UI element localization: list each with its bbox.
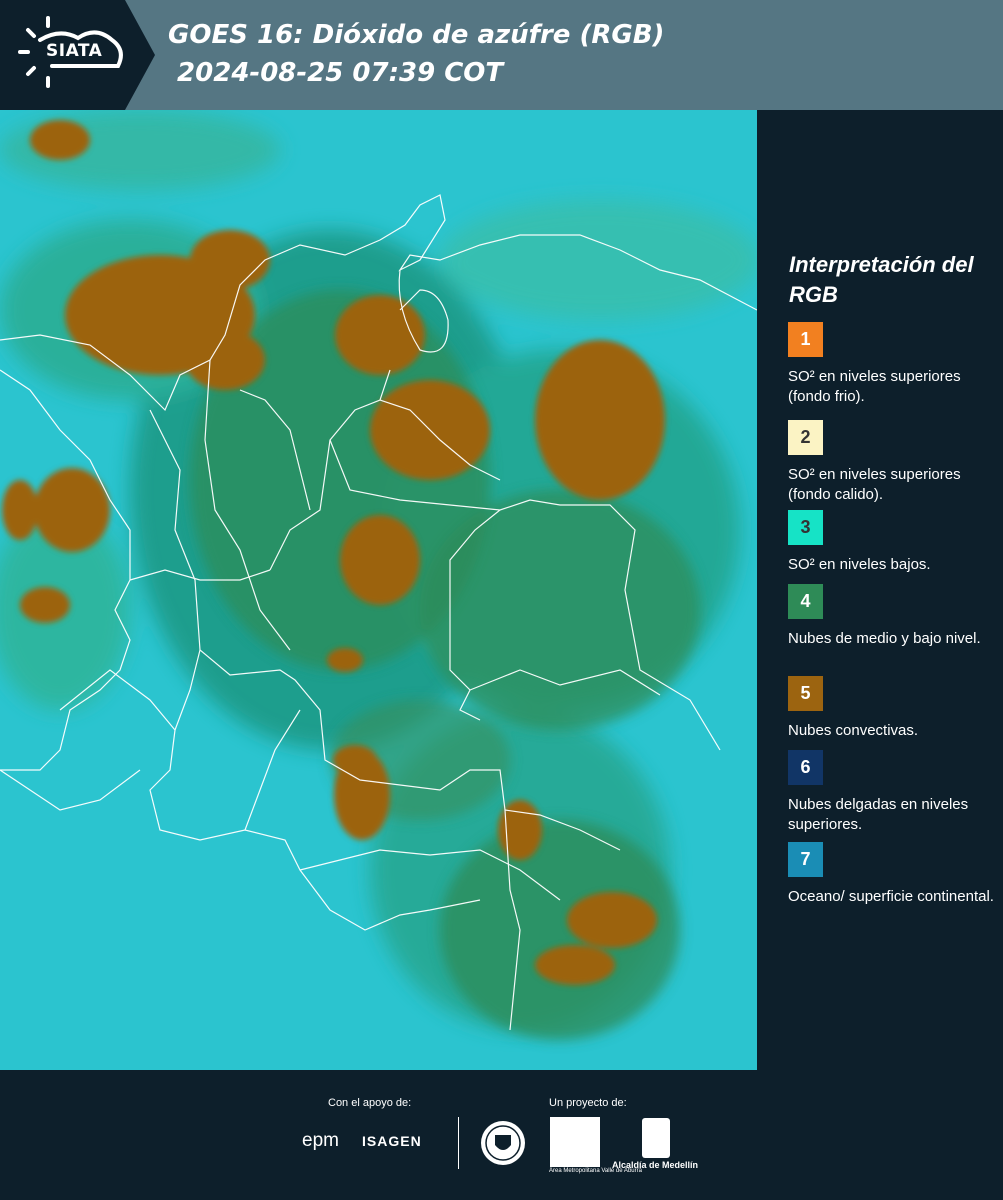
- legend-swatch-2: 2: [788, 420, 823, 455]
- legend-item-7: 7 Oceano/ superficie continental.: [788, 842, 998, 907]
- legend-text-7: Oceano/ superficie continental.: [788, 888, 994, 905]
- legend-swatch-4: 4: [788, 584, 823, 619]
- alcaldia-shield-icon: [642, 1118, 670, 1158]
- isagen-logo: ISAGEN: [362, 1133, 422, 1149]
- legend-number-6: 6: [800, 757, 811, 777]
- legend-swatch-6: 6: [788, 750, 823, 785]
- legend-number-7: 7: [800, 849, 811, 869]
- page-title: GOES 16: Dióxido de azúfre (RGB) 2024-08…: [168, 16, 664, 92]
- legend-panel: Interpretación del RGB 1 SO² en niveles …: [758, 110, 1003, 1070]
- title-line-1: GOES 16: Dióxido de azúfre (RGB): [168, 20, 665, 50]
- satellite-map: [0, 110, 757, 1070]
- legend-title: Interpretación del RGB: [789, 252, 974, 307]
- legend-item-5: 5 Nubes convectivas.: [788, 676, 998, 741]
- legend-text-3: SO² en niveles bajos.: [788, 556, 931, 573]
- legend-text-2: SO² en niveles superiores (fondo calido)…: [788, 466, 961, 503]
- area-metropolitana-logo: [550, 1117, 600, 1167]
- legend-item-4: 4 Nubes de medio y bajo nivel.: [788, 584, 998, 649]
- legend-text-1: SO² en niveles superiores (fondo frio).: [788, 368, 961, 405]
- project-label: Un proyecto de:: [549, 1097, 627, 1109]
- legend-item-3: 3 SO² en niveles bajos.: [788, 510, 998, 575]
- epm-logo: epm: [302, 1130, 339, 1151]
- siata-logo: SIATA: [0, 0, 155, 110]
- legend-item-2: 2 SO² en niveles superiores (fondo calid…: [788, 420, 998, 505]
- header-bar: SIATA GOES 16: Dióxido de azúfre (RGB) 2…: [0, 0, 1003, 110]
- legend-text-6: Nubes delgadas en niveles superiores.: [788, 796, 969, 833]
- footer-divider: [458, 1117, 459, 1169]
- legend-number-5: 5: [800, 683, 811, 703]
- legend-item-6: 6 Nubes delgadas en niveles superiores.: [788, 750, 998, 835]
- title-line-2: 2024-08-25 07:39 COT: [168, 58, 504, 88]
- legend-text-4: Nubes de medio y bajo nivel.: [788, 630, 981, 647]
- legend-number-1: 1: [800, 329, 811, 349]
- alcaldia-text: Alcaldía de Medellín: [612, 1160, 699, 1170]
- legend-number-4: 4: [800, 591, 811, 611]
- support-label: Con el apoyo de:: [328, 1097, 412, 1109]
- logo-text: SIATA: [46, 41, 103, 61]
- legend-item-1: 1 SO² en niveles superiores (fondo frio)…: [788, 322, 998, 407]
- medellin-seal-icon: [481, 1121, 525, 1165]
- legend-swatch-1: 1: [788, 322, 823, 357]
- legend-number-3: 3: [800, 517, 811, 537]
- legend-swatch-5: 5: [788, 676, 823, 711]
- legend-text-5: Nubes convectivas.: [788, 722, 919, 739]
- footer: Con el apoyo de: Un proyecto de: epm ISA…: [0, 1070, 1003, 1200]
- legend-number-2: 2: [800, 427, 811, 447]
- legend-swatch-3: 3: [788, 510, 823, 545]
- legend-swatch-7: 7: [788, 842, 823, 877]
